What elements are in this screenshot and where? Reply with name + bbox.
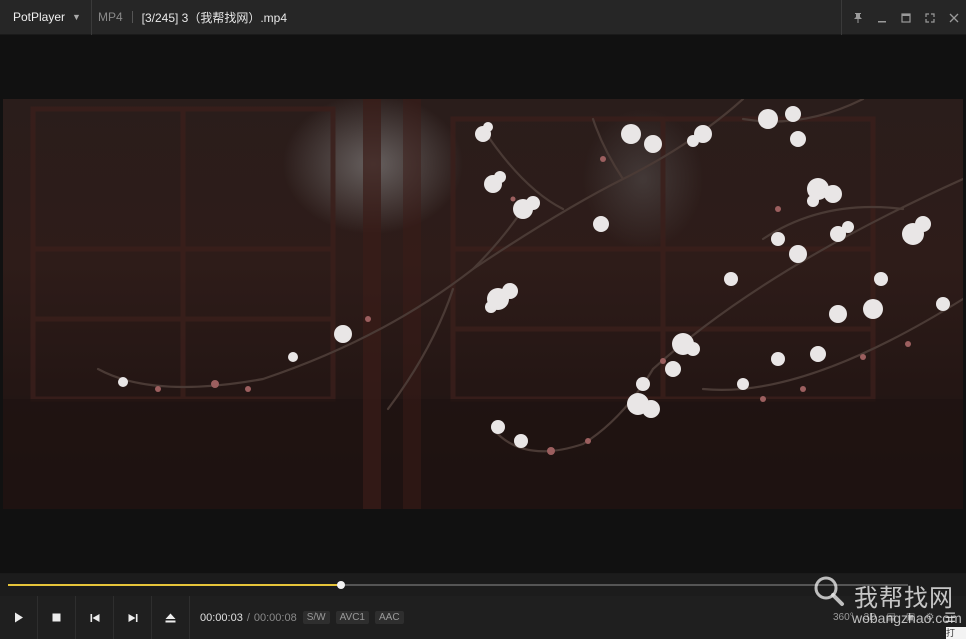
seek-handle[interactable] [337,581,345,589]
time-display: 00:00:03/00:00:08 [200,612,297,624]
maximize-button[interactable] [894,0,918,35]
right-controls: 360° 3D ▤ ▣ ⚙ ☰ [833,596,956,639]
video-codec-badge[interactable]: AVC1 [335,611,369,624]
close-button[interactable] [942,0,966,35]
pin-icon [854,13,862,23]
next-button[interactable] [114,596,152,639]
current-time: 00:00:03 [200,611,243,624]
play-button[interactable] [0,596,38,639]
window-controls [841,0,966,35]
app-menu-button[interactable]: PotPlayer ▼ [0,0,92,35]
minimize-icon [878,20,886,22]
eject-icon [165,613,176,622]
video-area[interactable] [0,35,966,573]
format-label: MP4 [97,10,123,24]
file-title: [3/245] 3（我帮找网）.mp4 [141,10,288,25]
plum-blossom-scene [3,99,963,509]
app-name: PotPlayer [13,10,66,24]
next-icon [128,613,137,622]
subtitle-icon[interactable]: ▤ [886,612,895,623]
stop-button[interactable] [38,596,76,639]
3d-button[interactable]: 3D [864,612,877,623]
video-frame [3,99,963,509]
chevron-down-icon: ▼ [72,12,81,22]
tooltip-fragment: 打 [946,627,966,639]
time-separator: / [246,611,250,624]
pin-button[interactable] [846,0,870,35]
open-file-button[interactable] [152,596,190,639]
close-icon [949,13,959,22]
seek-bar[interactable] [0,574,966,596]
vr-360-button[interactable]: 360° [833,612,854,623]
maximize-icon [901,12,911,23]
screen-icon[interactable]: ▣ [906,612,915,623]
fullscreen-icon [925,12,935,23]
previous-icon [90,613,99,622]
settings-icon[interactable]: ⚙ [925,612,934,623]
play-icon [14,612,23,623]
seek-progress [8,584,341,586]
renderer-badge[interactable]: S/W [302,611,330,624]
total-duration: 00:00:08 [253,611,297,624]
stop-icon [52,613,61,622]
control-bar: 00:00:03/00:00:08 S/W AVC1 AAC 360° 3D ▤… [0,596,966,639]
playlist-icon[interactable]: ☰ [944,610,956,626]
seek-track[interactable] [8,581,908,589]
separator [131,11,133,23]
audio-codec-badge[interactable]: AAC [375,611,404,624]
previous-button[interactable] [76,596,114,639]
fullscreen-button[interactable] [918,0,942,35]
minimize-button[interactable] [870,0,894,35]
title-bar: PotPlayer ▼ MP4 [3/245] 3（我帮找网）.mp4 [0,0,966,35]
